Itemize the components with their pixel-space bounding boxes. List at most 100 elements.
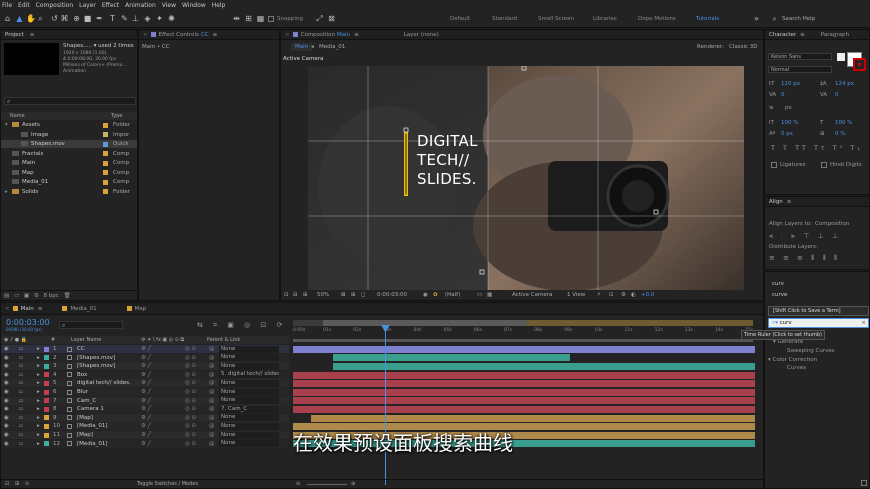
effect-sweeping-curves[interactable]: Sweeping Curves <box>787 348 835 354</box>
align-tab[interactable]: Align <box>769 199 783 205</box>
visibility-icon[interactable]: ◉ <box>4 354 9 362</box>
visibility-icon[interactable]: ◉ <box>4 345 9 353</box>
twirl-icon[interactable]: ▸ <box>37 362 40 370</box>
parent-pickwhip-icon[interactable]: @ <box>209 379 215 387</box>
layer-row[interactable]: ◉ ▫ ▸ 10 [Media_01] ⚙ ╱ ◎ ⊙ @ None <box>1 422 289 431</box>
mask-icon[interactable]: ◻ <box>361 290 366 300</box>
region-icon[interactable]: ▭ <box>477 290 482 300</box>
layer-label-color[interactable] <box>44 406 49 412</box>
solo-icon[interactable]: ▫ <box>19 431 23 439</box>
project-settings-icon[interactable]: ⚙ <box>34 293 39 299</box>
fit-icon[interactable]: ⊠ <box>341 290 346 300</box>
renderer-value[interactable]: Classic 3D <box>729 41 758 53</box>
layer-row[interactable]: ◉ ▫ ▸ 9 [Map] ⚙ ╱ ◎ ⊙ @ None <box>1 413 289 422</box>
parent-dropdown[interactable]: 7. Cam_C <box>219 405 279 413</box>
brush-tool-icon[interactable]: ✎ <box>120 14 129 24</box>
timeline-tab-main[interactable]: Main <box>21 306 34 312</box>
layer-duration-bar[interactable] <box>293 380 755 388</box>
label-color-swatch[interactable] <box>103 189 108 194</box>
layer-label-color[interactable] <box>44 380 49 386</box>
twirl-icon[interactable]: ▸ <box>37 414 40 422</box>
parent-pickwhip-icon[interactable]: @ <box>209 371 215 379</box>
transparency-grid-icon[interactable]: ▦ <box>487 290 492 300</box>
panel-menu-icon[interactable]: ≡ <box>213 32 218 38</box>
layer-switches[interactable]: ⚙ ╱ <box>141 345 151 353</box>
timeline-icon[interactable]: ⊡ <box>609 290 614 300</box>
label-color-swatch[interactable] <box>103 160 108 166</box>
workspace-dope-motions[interactable]: Dope Motions <box>638 16 676 22</box>
clone-tool-icon[interactable]: ⊥ <box>131 14 140 24</box>
layer-duration-bar[interactable] <box>333 363 755 370</box>
parent-pickwhip-icon[interactable]: @ <box>209 397 215 405</box>
solo-icon[interactable]: ▫ <box>19 388 23 396</box>
panel-menu-icon[interactable]: ≡ <box>30 32 35 38</box>
layer-mode-icons[interactable]: ◎ ⊙ <box>185 388 196 396</box>
exposure-icon[interactable]: ◐ <box>631 290 636 300</box>
layer-row[interactable]: ◉ ▫ ▸ 3 [Shapes.mov] ⚙ ╱ ◎ ⊙ @ None <box>1 362 289 371</box>
close-icon[interactable]: × <box>285 32 290 38</box>
solo-icon[interactable]: ▫ <box>19 345 23 353</box>
label-column-icon[interactable] <box>103 112 108 117</box>
layer-switches[interactable]: ⚙ ╱ <box>141 431 151 439</box>
visibility-icon[interactable]: ◉ <box>4 371 9 379</box>
solo-icon[interactable]: ▫ <box>19 422 23 430</box>
timeline-zoom-slider[interactable] <box>307 484 347 485</box>
frame-blend-icon[interactable]: ⊙ <box>25 480 29 489</box>
parent-pickwhip-icon[interactable]: @ <box>209 440 215 448</box>
menu-layer[interactable]: Layer <box>79 2 96 9</box>
visibility-icon[interactable]: ◉ <box>4 405 9 413</box>
layer-duration-bar[interactable] <box>293 406 755 413</box>
menu-help[interactable]: Help <box>212 2 226 9</box>
solo-icon[interactable]: ▫ <box>19 405 23 413</box>
character-tab[interactable]: Character <box>769 32 796 38</box>
grid-icon[interactable]: ⊞ <box>351 290 356 300</box>
composition-viewer[interactable]: DIGITAL TECH// SLIDES. <box>308 66 744 290</box>
search-help-label[interactable]: Search Help <box>782 16 815 22</box>
vertical-scale-value[interactable]: 100 % <box>781 120 798 126</box>
parent-pickwhip-icon[interactable]: @ <box>209 422 215 430</box>
layer-label-color[interactable] <box>44 441 49 447</box>
label-color-swatch[interactable] <box>103 151 108 156</box>
menu-effect[interactable]: Effect <box>102 2 119 9</box>
selection-tool-icon[interactable]: ▲ <box>15 14 24 24</box>
snapshot-icon[interactable]: ◉ <box>423 290 428 300</box>
parent-dropdown[interactable]: None <box>219 414 279 422</box>
layer-mode-icons[interactable]: ◎ ⊙ <box>185 414 196 422</box>
parent-link-header[interactable]: Parent & Link <box>207 336 240 344</box>
horizontal-scale-value[interactable]: 100 % <box>835 120 852 126</box>
twirl-icon[interactable]: ▸ <box>37 379 40 387</box>
new-comp-icon[interactable]: ▣ <box>24 293 29 299</box>
zoom-out-icon[interactable]: ⊖ <box>296 480 300 489</box>
exposure-value[interactable]: +0.0 <box>641 290 654 300</box>
layer-name[interactable]: [Shapes.mov] <box>77 362 115 370</box>
current-time-indicator[interactable] <box>385 325 386 485</box>
zoom-tool-icon[interactable]: ⌕ <box>36 14 45 24</box>
twirl-icon[interactable]: ▸ <box>37 354 40 362</box>
timeline-tab-map[interactable]: Map <box>135 306 147 312</box>
layer-row[interactable]: ◉ ▫ ▸ 7 Cam_C ⚙ ╱ ◎ ⊙ @ None <box>1 396 289 405</box>
timeline-tab-media-01[interactable]: Media_01 <box>70 306 96 312</box>
layer-mode-icons[interactable]: ◎ ⊙ <box>185 371 196 379</box>
layer-tab[interactable]: Layer (none) <box>404 32 439 38</box>
layer-label-color[interactable] <box>44 415 49 421</box>
parent-dropdown[interactable]: None <box>219 431 279 439</box>
tracking-value[interactable]: 0 <box>835 92 839 98</box>
layer-switches[interactable]: ⚙ ╱ <box>141 405 151 413</box>
color-correction-group[interactable]: ▾ Color Correction <box>768 357 817 363</box>
visibility-icon[interactable]: ◉ <box>4 388 9 396</box>
parent-dropdown[interactable]: None <box>219 422 279 430</box>
visibility-icon[interactable]: ◉ <box>4 379 9 387</box>
graph-editor-icon[interactable]: ⊞ <box>15 480 19 489</box>
resolution-dropdown[interactable]: (Half) <box>445 290 460 300</box>
panel-menu-icon[interactable]: ≡ <box>354 32 359 38</box>
delete-icon[interactable]: 🗑 <box>64 293 71 299</box>
menu-composition[interactable]: Composition <box>36 2 73 9</box>
layer-switches[interactable]: ⚙ ╱ <box>141 397 151 405</box>
menu-edit[interactable]: Edit <box>18 2 30 9</box>
layer-switches[interactable]: ⚙ ╱ <box>141 362 151 370</box>
snap-icon[interactable]: ⤢ <box>315 14 324 24</box>
menu-window[interactable]: Window <box>182 2 206 9</box>
parent-dropdown[interactable]: None <box>219 362 279 370</box>
twirl-icon[interactable]: ▸ <box>37 405 40 413</box>
work-area-range[interactable] <box>293 339 753 342</box>
